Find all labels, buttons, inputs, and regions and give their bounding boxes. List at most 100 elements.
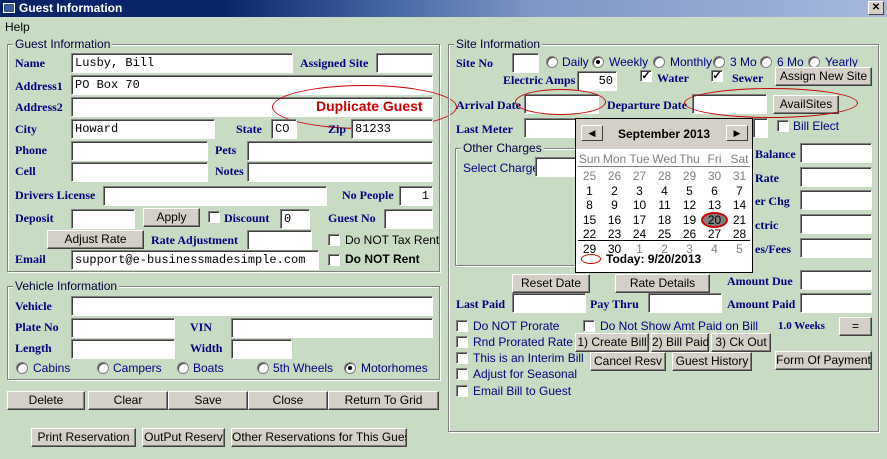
close-button[interactable]: Close <box>248 391 328 410</box>
adjust-rate-button[interactable]: Adjust Rate <box>47 230 144 249</box>
rate-details-button[interactable]: Rate Details <box>615 274 710 293</box>
vehicle-type-boats-radio[interactable] <box>177 362 189 374</box>
do-not-rent-checkbox[interactable] <box>328 254 340 266</box>
last-paid-field[interactable] <box>512 293 586 313</box>
notes-field[interactable] <box>247 162 433 182</box>
date-picker-calendar[interactable]: ◀ September 2013 ▶ Sun Mon Tue Wed Thu Fri Sat… <box>575 118 753 273</box>
calendar-day[interactable]: 23 <box>602 227 627 241</box>
prev-month-button[interactable]: ◀ <box>581 125 603 141</box>
vin-field[interactable] <box>231 318 433 338</box>
calendar-day-selected[interactable]: 20 <box>701 211 728 228</box>
bill-elect-checkbox[interactable] <box>777 120 789 132</box>
calendar-day[interactable]: 5 <box>727 242 752 256</box>
clear-button[interactable]: Clear <box>88 391 168 410</box>
plate-no-field[interactable] <box>71 318 175 338</box>
email-field[interactable]: support@e-businessmadesimple.com <box>71 250 319 270</box>
taxes-fees-field[interactable] <box>800 238 872 258</box>
discount-checkbox[interactable] <box>208 211 220 223</box>
calendar-day[interactable]: 5 <box>677 184 702 198</box>
calendar-day[interactable]: 22 <box>577 227 602 241</box>
width-field[interactable] <box>231 339 292 359</box>
rate-adjustment-field[interactable] <box>247 230 312 250</box>
zip-field[interactable]: 81233 <box>351 119 433 139</box>
vehicle-type-cabins-radio[interactable] <box>16 362 28 374</box>
electric-amps-field[interactable]: 50 <box>577 71 617 91</box>
cell-field[interactable] <box>71 162 208 182</box>
city-field[interactable]: Howard <box>71 119 215 139</box>
last-meter-field[interactable] <box>524 118 578 138</box>
discount-field[interactable]: 0 <box>280 209 310 229</box>
calendar-day[interactable]: 10 <box>627 198 652 212</box>
apply-button[interactable]: Apply <box>143 208 200 227</box>
rnd-prorated-rate-checkbox[interactable] <box>456 336 468 348</box>
period-6mo-radio[interactable] <box>760 56 772 68</box>
bill-paid-button[interactable]: 2) Bill Paid <box>651 333 709 352</box>
close-window-button[interactable]: ✕ <box>868 1 884 15</box>
menu-help[interactable]: Help <box>5 20 30 34</box>
calendar-day[interactable]: 11 <box>652 198 677 212</box>
delete-button[interactable]: Delete <box>7 391 85 410</box>
calendar-day[interactable]: 8 <box>577 198 602 212</box>
calendar-day[interactable]: 17 <box>627 213 652 227</box>
calendar-day[interactable]: 9 <box>602 198 627 212</box>
calendar-day[interactable]: 18 <box>652 213 677 227</box>
site-no-field[interactable] <box>512 53 539 73</box>
calendar-day[interactable]: 14 <box>727 198 752 212</box>
length-field[interactable] <box>71 339 175 359</box>
calendar-day[interactable]: 3 <box>627 184 652 198</box>
calendar-day[interactable]: 28 <box>727 227 752 241</box>
phone-field[interactable] <box>71 141 208 161</box>
electric-field[interactable] <box>800 214 872 234</box>
calendar-day[interactable]: 2 <box>602 184 627 198</box>
amount-due-field[interactable] <box>800 270 872 290</box>
guest-history-button[interactable]: Guest History <box>672 352 752 371</box>
form-of-payment-button[interactable]: Form Of Payment <box>775 351 872 370</box>
ck-out-button[interactable]: 3) Ck Out <box>711 333 771 352</box>
calendar-day[interactable]: 26 <box>677 227 702 241</box>
rate-field[interactable] <box>800 167 872 187</box>
amount-paid-field[interactable] <box>800 293 872 313</box>
do-not-prorate-checkbox[interactable] <box>456 320 468 332</box>
calendar-day[interactable]: 29 <box>677 169 702 183</box>
calendar-day[interactable]: 13 <box>702 198 727 212</box>
calendar-day[interactable]: 27 <box>627 169 652 183</box>
vehicle-type-5th-wheels-radio[interactable] <box>257 362 269 374</box>
vehicle-type-campers-radio[interactable] <box>97 362 109 374</box>
calendar-day[interactable]: 7 <box>727 184 752 198</box>
pay-thru-field[interactable] <box>648 293 722 313</box>
do-not-tax-rent-checkbox[interactable] <box>328 234 340 246</box>
reset-date-button[interactable]: Reset Date <box>512 274 590 293</box>
calendar-today-link[interactable]: Today: 9/20/2013 <box>606 252 701 266</box>
calendar-day[interactable]: 21 <box>727 213 752 227</box>
calendar-day[interactable]: 28 <box>652 169 677 183</box>
vehicle-field[interactable] <box>71 296 433 316</box>
email-bill-checkbox[interactable] <box>456 385 468 397</box>
water-checkbox[interactable]: ✓ <box>640 70 652 82</box>
assigned-site-field[interactable] <box>376 53 433 73</box>
calendar-day[interactable]: 25 <box>652 227 677 241</box>
adjust-seasonal-checkbox[interactable] <box>456 368 468 380</box>
period-monthly-radio[interactable] <box>653 56 665 68</box>
calendar-day[interactable]: 31 <box>727 169 752 183</box>
calendar-day[interactable]: 6 <box>702 184 727 198</box>
calendar-day[interactable]: 15 <box>577 213 602 227</box>
sewer-checkbox[interactable]: ✓ <box>711 70 723 82</box>
balance-field[interactable] <box>800 143 872 163</box>
calendar-day[interactable]: 25 <box>577 169 602 183</box>
equals-button[interactable]: = <box>839 317 872 336</box>
name-field[interactable]: Lusby, Bill <box>71 53 293 73</box>
create-bill-button[interactable]: 1) Create Bill <box>575 333 649 352</box>
interim-bill-checkbox[interactable] <box>456 352 468 364</box>
period-daily-radio[interactable] <box>546 56 558 68</box>
vehicle-type-motorhomes-radio[interactable] <box>344 362 356 374</box>
period-3mo-radio[interactable] <box>713 56 725 68</box>
select-charge-field[interactable] <box>535 157 577 177</box>
calendar-day[interactable]: 4 <box>652 184 677 198</box>
meter-small-field[interactable] <box>753 118 768 138</box>
period-weekly-radio[interactable] <box>592 56 604 68</box>
print-reservation-button[interactable]: Print Reservation <box>31 428 136 447</box>
calendar-day[interactable]: 4 <box>702 242 727 256</box>
next-month-button[interactable]: ▶ <box>726 125 748 141</box>
other-chg-field[interactable] <box>800 190 872 210</box>
calendar-day[interactable]: 26 <box>602 169 627 183</box>
